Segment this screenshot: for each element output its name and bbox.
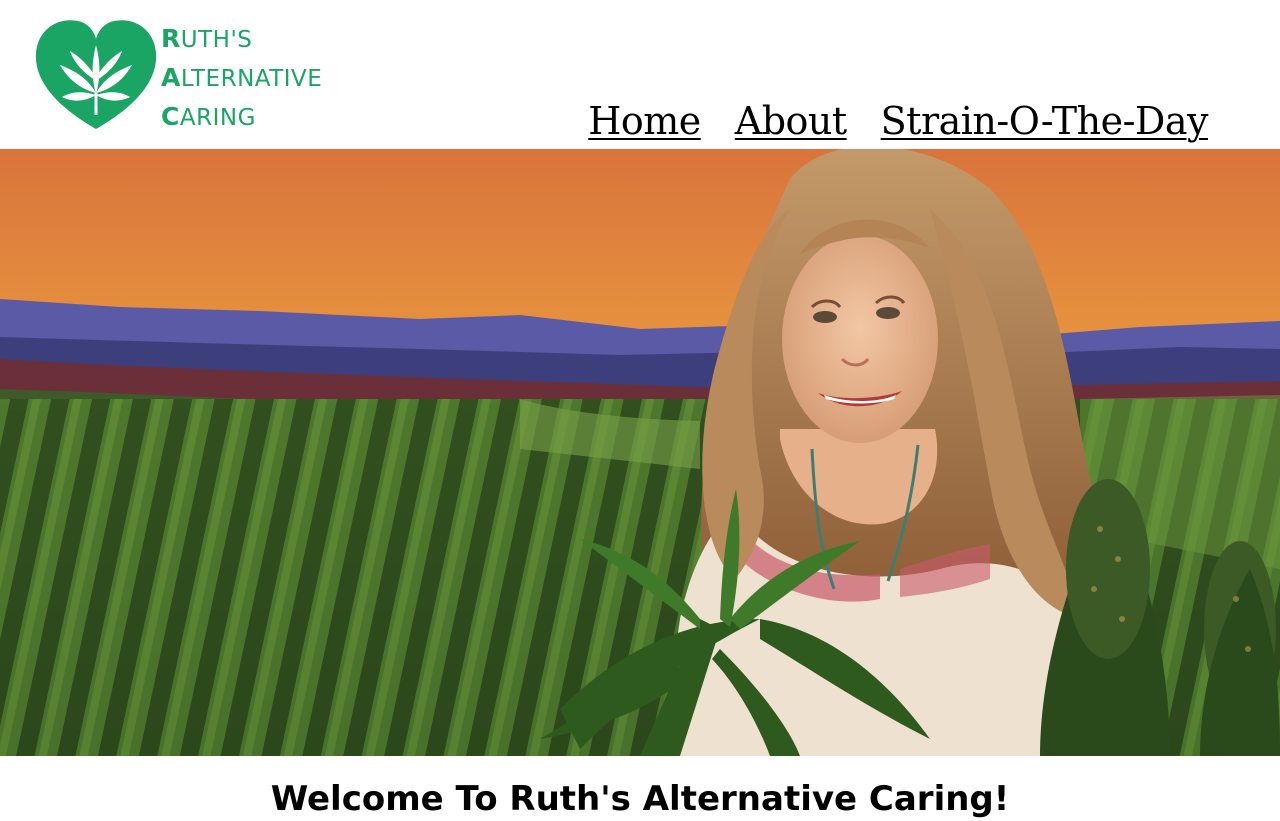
nav-link-strain-of-the-day[interactable]: Strain-O-The-Day (881, 97, 1209, 145)
brand-line-1: RUTH'S (161, 24, 253, 53)
brand-line-3: CARING (161, 102, 256, 131)
nav-link-about[interactable]: About (735, 97, 847, 145)
welcome-heading: Welcome To Ruth's Alternative Caring! (270, 779, 1010, 819)
brand-name: RUTH'S ALTERNATIVE CARING (161, 20, 322, 137)
site-header: RUTH'S ALTERNATIVE CARING Home About Str… (0, 0, 1280, 149)
brand-line-2: ALTERNATIVE (161, 63, 323, 92)
main-nav: Home About Strain-O-The-Day (588, 97, 1208, 145)
nav-link-home[interactable]: Home (588, 97, 701, 145)
site-logo[interactable]: RUTH'S ALTERNATIVE CARING (34, 17, 354, 133)
hero-illustration (0, 149, 1280, 756)
heart-cannabis-leaf-icon (35, 20, 157, 129)
hero-banner-image (0, 149, 1280, 756)
